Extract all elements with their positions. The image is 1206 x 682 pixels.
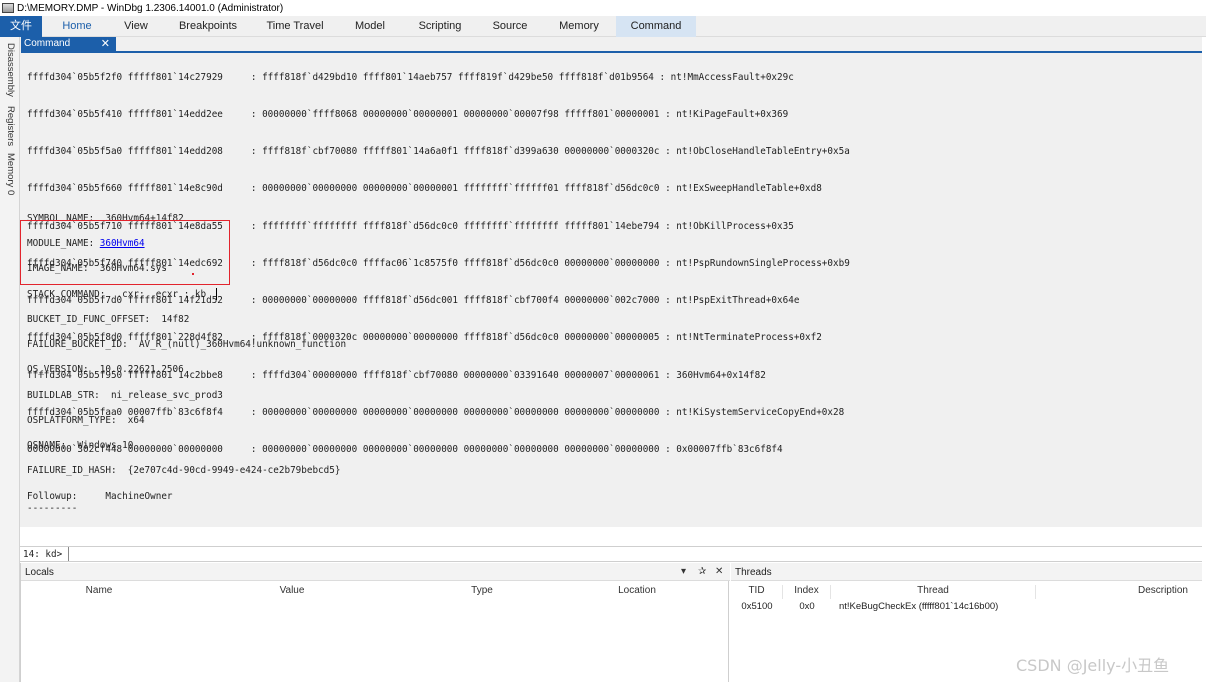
side-tab-disassembly[interactable]: Disassembly (1, 39, 19, 101)
column-type[interactable]: Type (407, 585, 557, 596)
stack-command: STACK_COMMAND: .cxr; .ecxr ; kb (27, 289, 207, 300)
close-icon[interactable]: ✕ (715, 566, 723, 577)
command-prompt: 14: kd> (23, 549, 63, 560)
thread-tid: 0x5100 (741, 601, 773, 612)
threads-title: Threads (735, 567, 772, 578)
stack-line: ffffd304`05b5f950 fffff801`14c2bbe8 : ff… (27, 369, 766, 381)
tab-command[interactable]: Command (616, 16, 696, 37)
threads-header: Threads (731, 563, 1202, 581)
column-index[interactable]: Index (783, 585, 831, 599)
bucket-id-func-offset: BUCKET_ID_FUNC_OFFSET: 14f82 (27, 314, 190, 325)
annotation-dot (192, 273, 194, 275)
command-window-tab[interactable]: Command ✕ (21, 37, 116, 51)
stack-line: ffffd304`05b5f660 fffff801`14e8c90d : 00… (27, 183, 822, 195)
tab-home[interactable]: Home (50, 16, 104, 37)
tab-scripting[interactable]: Scripting (408, 16, 472, 37)
stack-line: 00000000`302cf448 00000000`00000000 : 00… (27, 444, 783, 455)
osname: OSNAME: Windows 10 (27, 440, 134, 451)
locals-columns: Name Value Type Location (21, 585, 730, 599)
column-location[interactable]: Location (557, 585, 717, 596)
buildlab-str: BUILDLAB_STR: ni_release_svc_prod3 (27, 390, 223, 401)
tab-file[interactable]: 文件 (0, 16, 42, 37)
tab-source[interactable]: Source (482, 16, 538, 37)
locals-header: Locals ▾ ✰ ✕ (21, 563, 730, 581)
command-input-bar: 14: kd> (20, 546, 1202, 562)
command-tab-label: Command (24, 38, 71, 49)
tab-view[interactable]: View (112, 16, 160, 37)
side-tab-registers[interactable]: Registers (1, 103, 19, 149)
annotation-highlight-box (20, 220, 230, 285)
followup: Followup: MachineOwner (27, 491, 173, 502)
column-thread[interactable]: Thread (831, 585, 1036, 599)
os-version: OS_VERSION: 10.0.22621.2506 (27, 364, 184, 375)
locals-title: Locals (25, 567, 54, 578)
tab-accent-line (21, 51, 1202, 53)
failure-id-hash: FAILURE_ID_HASH: {2e707c4d-90cd-9949-e42… (27, 465, 341, 476)
side-tab-memory[interactable]: Memory 0 (1, 151, 19, 197)
threads-columns: TID Index Thread Description (731, 585, 1202, 599)
column-value[interactable]: Value (177, 585, 407, 596)
column-name[interactable]: Name (21, 585, 177, 596)
side-panel-tabs: Disassembly Registers Memory 0 (0, 37, 20, 682)
text-cursor (216, 288, 217, 300)
stack-line: ffffd304`05b5f5a0 fffff801`14edd208 : ff… (27, 146, 850, 158)
failure-bucket-id: FAILURE_BUCKET_ID: AV_R_(null)_360Hvm64!… (27, 339, 347, 350)
title-bar: D:\MEMORY.DMP - WinDbg 1.2306.14001.0 (A… (0, 0, 1206, 16)
stack-line: ffffd304`05b5faa0 00007ffb`83c6f8f4 : 00… (27, 406, 845, 418)
windbg-app-icon (2, 3, 14, 13)
osplatform-type: OSPLATFORM_TYPE: x64 (27, 415, 145, 426)
command-input[interactable] (68, 547, 1198, 561)
close-icon[interactable]: ✕ (101, 37, 110, 51)
stack-line: ffffd304`05b5f410 fffff801`14edd2ee : 00… (27, 109, 789, 121)
ribbon-tabs: 文件 Home View Breakpoints Time Travel Mod… (0, 16, 1206, 37)
tab-breakpoints[interactable]: Breakpoints (170, 16, 246, 37)
thread-name: nt!KeBugCheckEx (fffff801`14c16b00) (839, 601, 999, 612)
table-row[interactable]: 0x5100 0x0 nt!KeBugCheckEx (fffff801`14c… (731, 601, 1202, 615)
watermark: CSDN @Jelly-小丑鱼 (1016, 656, 1170, 675)
window-title: D:\MEMORY.DMP - WinDbg 1.2306.14001.0 (A… (17, 2, 284, 14)
tab-memory[interactable]: Memory (550, 16, 608, 37)
chevron-down-icon[interactable]: ▾ (681, 566, 686, 577)
separator-dashes: --------- (27, 503, 78, 514)
locals-pane: Locals ▾ ✰ ✕ Name Value Type Location (20, 563, 730, 682)
column-description[interactable]: Description (1036, 585, 1202, 599)
tab-model[interactable]: Model (344, 16, 396, 37)
windbg-window: D:\MEMORY.DMP - WinDbg 1.2306.14001.0 (A… (0, 0, 1206, 682)
tab-time-travel[interactable]: Time Travel (258, 16, 332, 37)
thread-index: 0x0 (799, 601, 815, 612)
pin-icon[interactable]: ✰ (698, 566, 706, 577)
column-tid[interactable]: TID (731, 585, 783, 599)
stack-line: ffffd304`05b5f2f0 fffff801`14c27929 : ff… (27, 71, 794, 83)
